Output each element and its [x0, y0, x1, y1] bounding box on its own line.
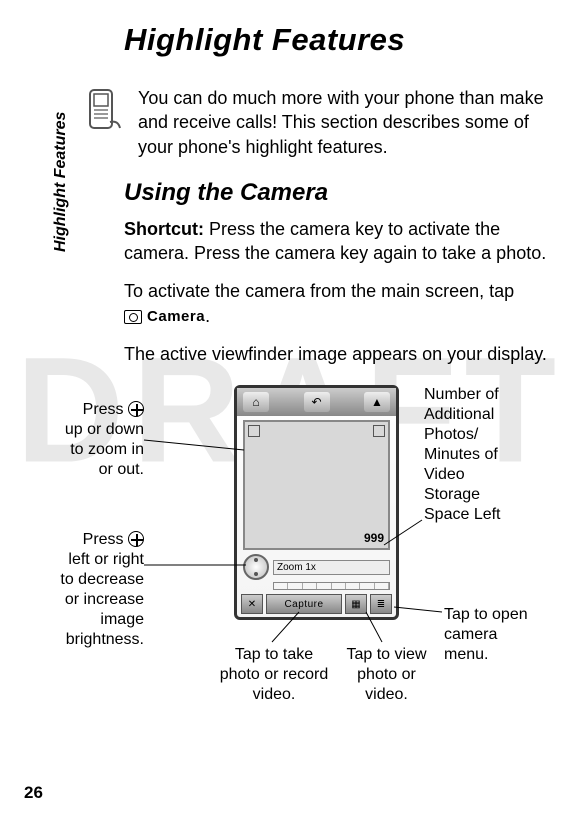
back-button[interactable]: ↶: [304, 392, 330, 412]
activate-paragraph: To activate the camera from the main scr…: [124, 279, 556, 328]
menu-button[interactable]: ≣: [370, 594, 392, 614]
intro-paragraph: You can do much more with your phone tha…: [138, 86, 556, 159]
capture-button[interactable]: Capture: [266, 594, 342, 614]
callout-storage: Number of Additional Photos/ Minutes of …: [424, 385, 524, 525]
camera-label: Camera: [147, 308, 205, 325]
close-button[interactable]: ✕: [241, 594, 263, 614]
shortcut-paragraph: Shortcut: Press the camera key to activa…: [124, 217, 556, 266]
callout-zoom: Press up or downto zoom inor out.: [39, 400, 144, 480]
shortcut-label: Shortcut:: [124, 219, 204, 239]
camera-icon: [124, 310, 142, 324]
phone-screen-mockup: ⌂ ↶ ▲ 999 Zoom 1x ✕ Capture ▦ ≣: [234, 385, 399, 620]
camera-indicator-icon: [248, 425, 260, 437]
callout-capture: Tap to take photo or record video.: [219, 645, 329, 705]
chapter-title: Highlight Features: [124, 22, 556, 58]
section-heading: Using the Camera: [124, 179, 556, 207]
dpad-icon: [128, 401, 144, 417]
phone-topbar: ⌂ ↶ ▲: [237, 388, 396, 416]
side-tab-label: Highlight Features: [52, 112, 70, 252]
thumbnail-button[interactable]: ▦: [345, 594, 367, 614]
page-number: 26: [24, 783, 43, 803]
callout-brightness: Press left or rightto decreaseor increas…: [39, 530, 144, 650]
home-button[interactable]: ⌂: [243, 392, 269, 412]
up-button[interactable]: ▲: [364, 392, 390, 412]
viewfinder-text: The active viewfinder image appears on y…: [124, 342, 556, 366]
activate-text-1: To activate the camera from the main scr…: [124, 281, 514, 301]
zoom-wheel[interactable]: [243, 554, 269, 580]
callout-view: Tap to view photo or video.: [339, 645, 434, 705]
storage-counter: 999: [364, 531, 384, 545]
callout-menu: Tap to open camera menu.: [444, 605, 544, 665]
dpad-icon: [128, 531, 144, 547]
camera-corner-icon: [373, 425, 385, 437]
phone-sketch-icon: [84, 88, 126, 141]
viewfinder-frame: 999: [243, 420, 390, 550]
activate-text-2: .: [205, 306, 210, 326]
zoom-label: Zoom 1x: [273, 560, 390, 575]
brightness-meter: [273, 582, 390, 590]
camera-diagram: Press up or downto zoom inor out. Press …: [24, 380, 556, 730]
